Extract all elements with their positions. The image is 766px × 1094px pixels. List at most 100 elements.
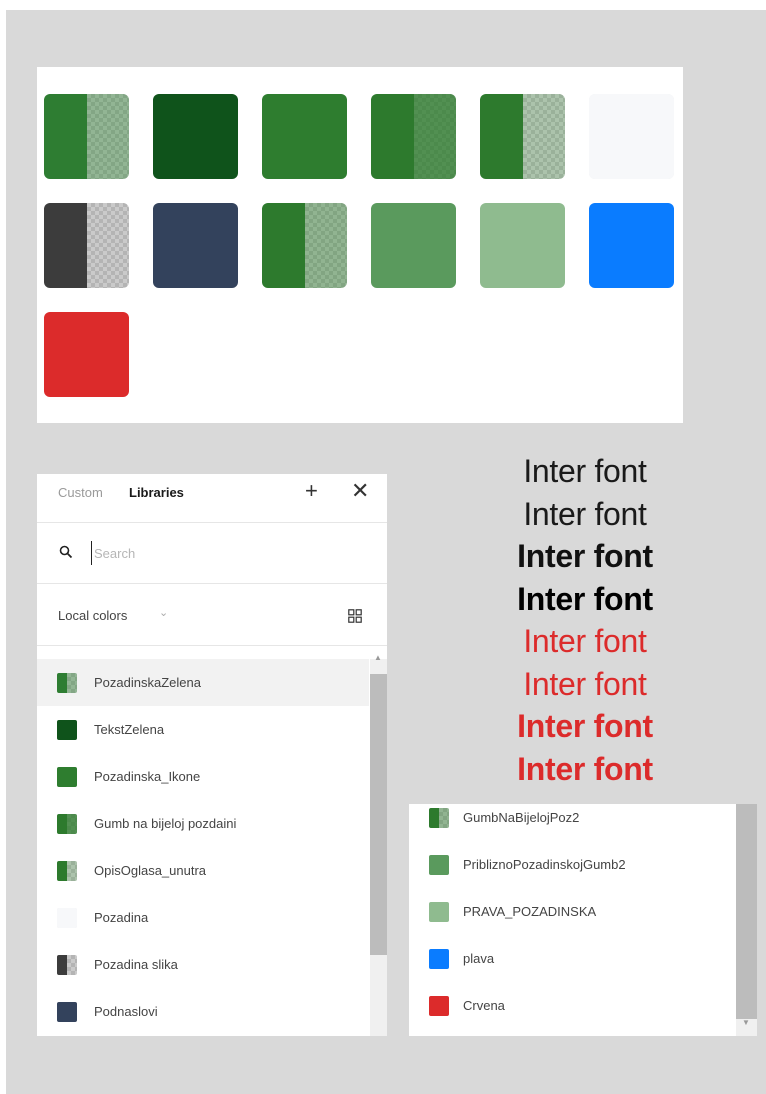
color-name-label: Crvena: [463, 998, 505, 1013]
color-list-item[interactable]: PribliznoPozadinskojGumb2: [409, 841, 741, 888]
color-list-item[interactable]: TekstZelena: [37, 706, 369, 753]
color-chip: [57, 814, 77, 834]
swatch-podnaslovi[interactable]: [153, 203, 238, 288]
scrollbar[interactable]: ▼: [736, 804, 757, 1036]
swatch-solid-half: [631, 203, 674, 288]
swatch-solid-half: [57, 955, 67, 975]
local-colors-dropdown[interactable]: Local colors: [58, 608, 127, 623]
swatch-transparent-half: [522, 94, 565, 179]
swatch-transparent-half: [67, 861, 77, 881]
swatch-solid-half: [439, 996, 449, 1016]
close-icon[interactable]: ✕: [351, 479, 369, 503]
font-samples: Inter font Inter font Inter font Inter font…: [480, 450, 690, 790]
font-sample-text: Inter font: [523, 495, 647, 532]
swatch-solid-half: [57, 767, 67, 787]
color-name-label: OpisOglasa_unutra: [94, 863, 207, 878]
color-name-label: Gumb na bijeloj pozdaini: [94, 816, 237, 831]
swatch-solid-half: [429, 808, 439, 828]
font-sample-text: Inter font: [517, 750, 653, 787]
color-list-item[interactable]: Pozadinska_Ikone: [37, 753, 369, 800]
color-name-label: Podnaslovi: [94, 1004, 158, 1019]
color-list-item[interactable]: Podnaslovi: [37, 988, 369, 1035]
swatch-solid-half: [589, 94, 632, 179]
grid-view-icon[interactable]: [348, 609, 362, 623]
swatch-gumb-na-bijeloj-pozdaini[interactable]: [371, 94, 456, 179]
swatch-solid-half: [67, 1002, 77, 1022]
color-list-item[interactable]: Pozadina: [37, 894, 369, 941]
swatch-pozadinska-ikone[interactable]: [262, 94, 347, 179]
scroll-down-icon[interactable]: ▼: [742, 1018, 750, 1027]
swatch-solid-half: [57, 720, 67, 740]
scrollbar[interactable]: ▲: [370, 653, 387, 1036]
swatch-tekst-zelena[interactable]: [153, 94, 238, 179]
color-list: GumbNaBijelojPoz2 PribliznoPozadinskojGum…: [409, 804, 741, 1029]
color-name-label: Pozadinska_Ikone: [94, 769, 201, 784]
swatch-crvena[interactable]: [44, 312, 129, 397]
swatch-prava-pozadinska[interactable]: [480, 203, 565, 288]
swatch-solid-half: [57, 861, 67, 881]
swatch-solid-half: [304, 94, 347, 179]
search-input[interactable]: [91, 541, 316, 565]
color-list-item[interactable]: Gumb na bijeloj pozdaini: [37, 800, 369, 847]
scrollbar-thumb[interactable]: [736, 804, 757, 1019]
color-chip: [57, 908, 77, 928]
swatch-solid-half: [153, 94, 196, 179]
color-chip: [57, 1002, 77, 1022]
swatch-solid-half: [67, 908, 77, 928]
swatch-opis-oglasa-unutra[interactable]: [480, 94, 565, 179]
swatch-solid-half: [57, 673, 67, 693]
color-name-label: Pozadina: [94, 910, 149, 925]
color-library-panel: Custom Libraries + ✕ Local colors ⌄ Poza…: [37, 474, 387, 1036]
swatch-solid-half: [44, 94, 87, 179]
panel-header: Custom Libraries + ✕: [37, 474, 387, 523]
swatch-solid-half: [195, 203, 238, 288]
scroll-up-icon[interactable]: ▲: [374, 653, 382, 662]
swatch-solid-half: [262, 94, 305, 179]
color-chip: [429, 949, 449, 969]
swatch-plava[interactable]: [589, 203, 674, 288]
chevron-down-icon[interactable]: ⌄: [159, 606, 168, 619]
search-icon: [59, 545, 73, 559]
swatch-gumb-na-bijeloj-poz2[interactable]: [262, 203, 347, 288]
color-library-panel-scrolled: GumbNaBijelojPoz2 PribliznoPozadinskojGum…: [409, 804, 757, 1036]
swatch-solid-half: [589, 203, 632, 288]
swatch-pozadina[interactable]: [589, 94, 674, 179]
swatch-solid-half: [371, 203, 414, 288]
color-list-item[interactable]: plava: [409, 935, 741, 982]
font-sample-text: Inter font: [523, 623, 647, 659]
swatch-solid-half: [262, 203, 305, 288]
color-swatch-grid: [37, 67, 683, 423]
scrollbar-thumb[interactable]: [370, 674, 387, 955]
swatch-solid-half: [195, 94, 238, 179]
color-list-item[interactable]: Pozadina slika: [37, 941, 369, 988]
color-list-item[interactable]: GumbNaBijelojPoz2: [409, 804, 741, 841]
add-icon[interactable]: +: [305, 479, 318, 503]
tab-custom[interactable]: Custom: [58, 485, 103, 500]
swatch-solid-half: [86, 312, 129, 397]
swatch-solid-half: [522, 203, 565, 288]
swatch-solid-half: [44, 312, 87, 397]
color-chip: [429, 855, 449, 875]
color-chip: [429, 996, 449, 1016]
swatch-pozadina-slika[interactable]: [44, 203, 129, 288]
swatch-priblizno-pozadinskoj-gumb2[interactable]: [371, 203, 456, 288]
color-list-item[interactable]: OpisOglasa_unutra: [37, 847, 369, 894]
swatch-solid-half: [57, 1002, 67, 1022]
font-sample-text: Inter font: [517, 708, 653, 744]
swatch-pozadinska-zelena[interactable]: [44, 94, 129, 179]
swatch-solid-half: [44, 203, 87, 288]
filter-row: Local colors ⌄: [37, 584, 387, 646]
search-row: [37, 523, 387, 584]
color-name-label: GumbNaBijelojPoz2: [463, 810, 580, 825]
swatch-solid-half: [631, 94, 674, 179]
swatch-solid-half: [67, 720, 77, 740]
tab-libraries[interactable]: Libraries: [129, 485, 184, 500]
color-list-item[interactable]: PozadinskaZelena: [37, 659, 369, 706]
color-list-item[interactable]: Crvena: [409, 982, 741, 1029]
color-name-label: PRAVA_POZADINSKA: [463, 904, 597, 919]
swatch-solid-half: [429, 996, 439, 1016]
swatch-transparent-half: [67, 955, 77, 975]
color-chip: [57, 955, 77, 975]
color-list-item[interactable]: PRAVA_POZADINSKA: [409, 888, 741, 935]
color-name-label: plava: [463, 951, 495, 966]
